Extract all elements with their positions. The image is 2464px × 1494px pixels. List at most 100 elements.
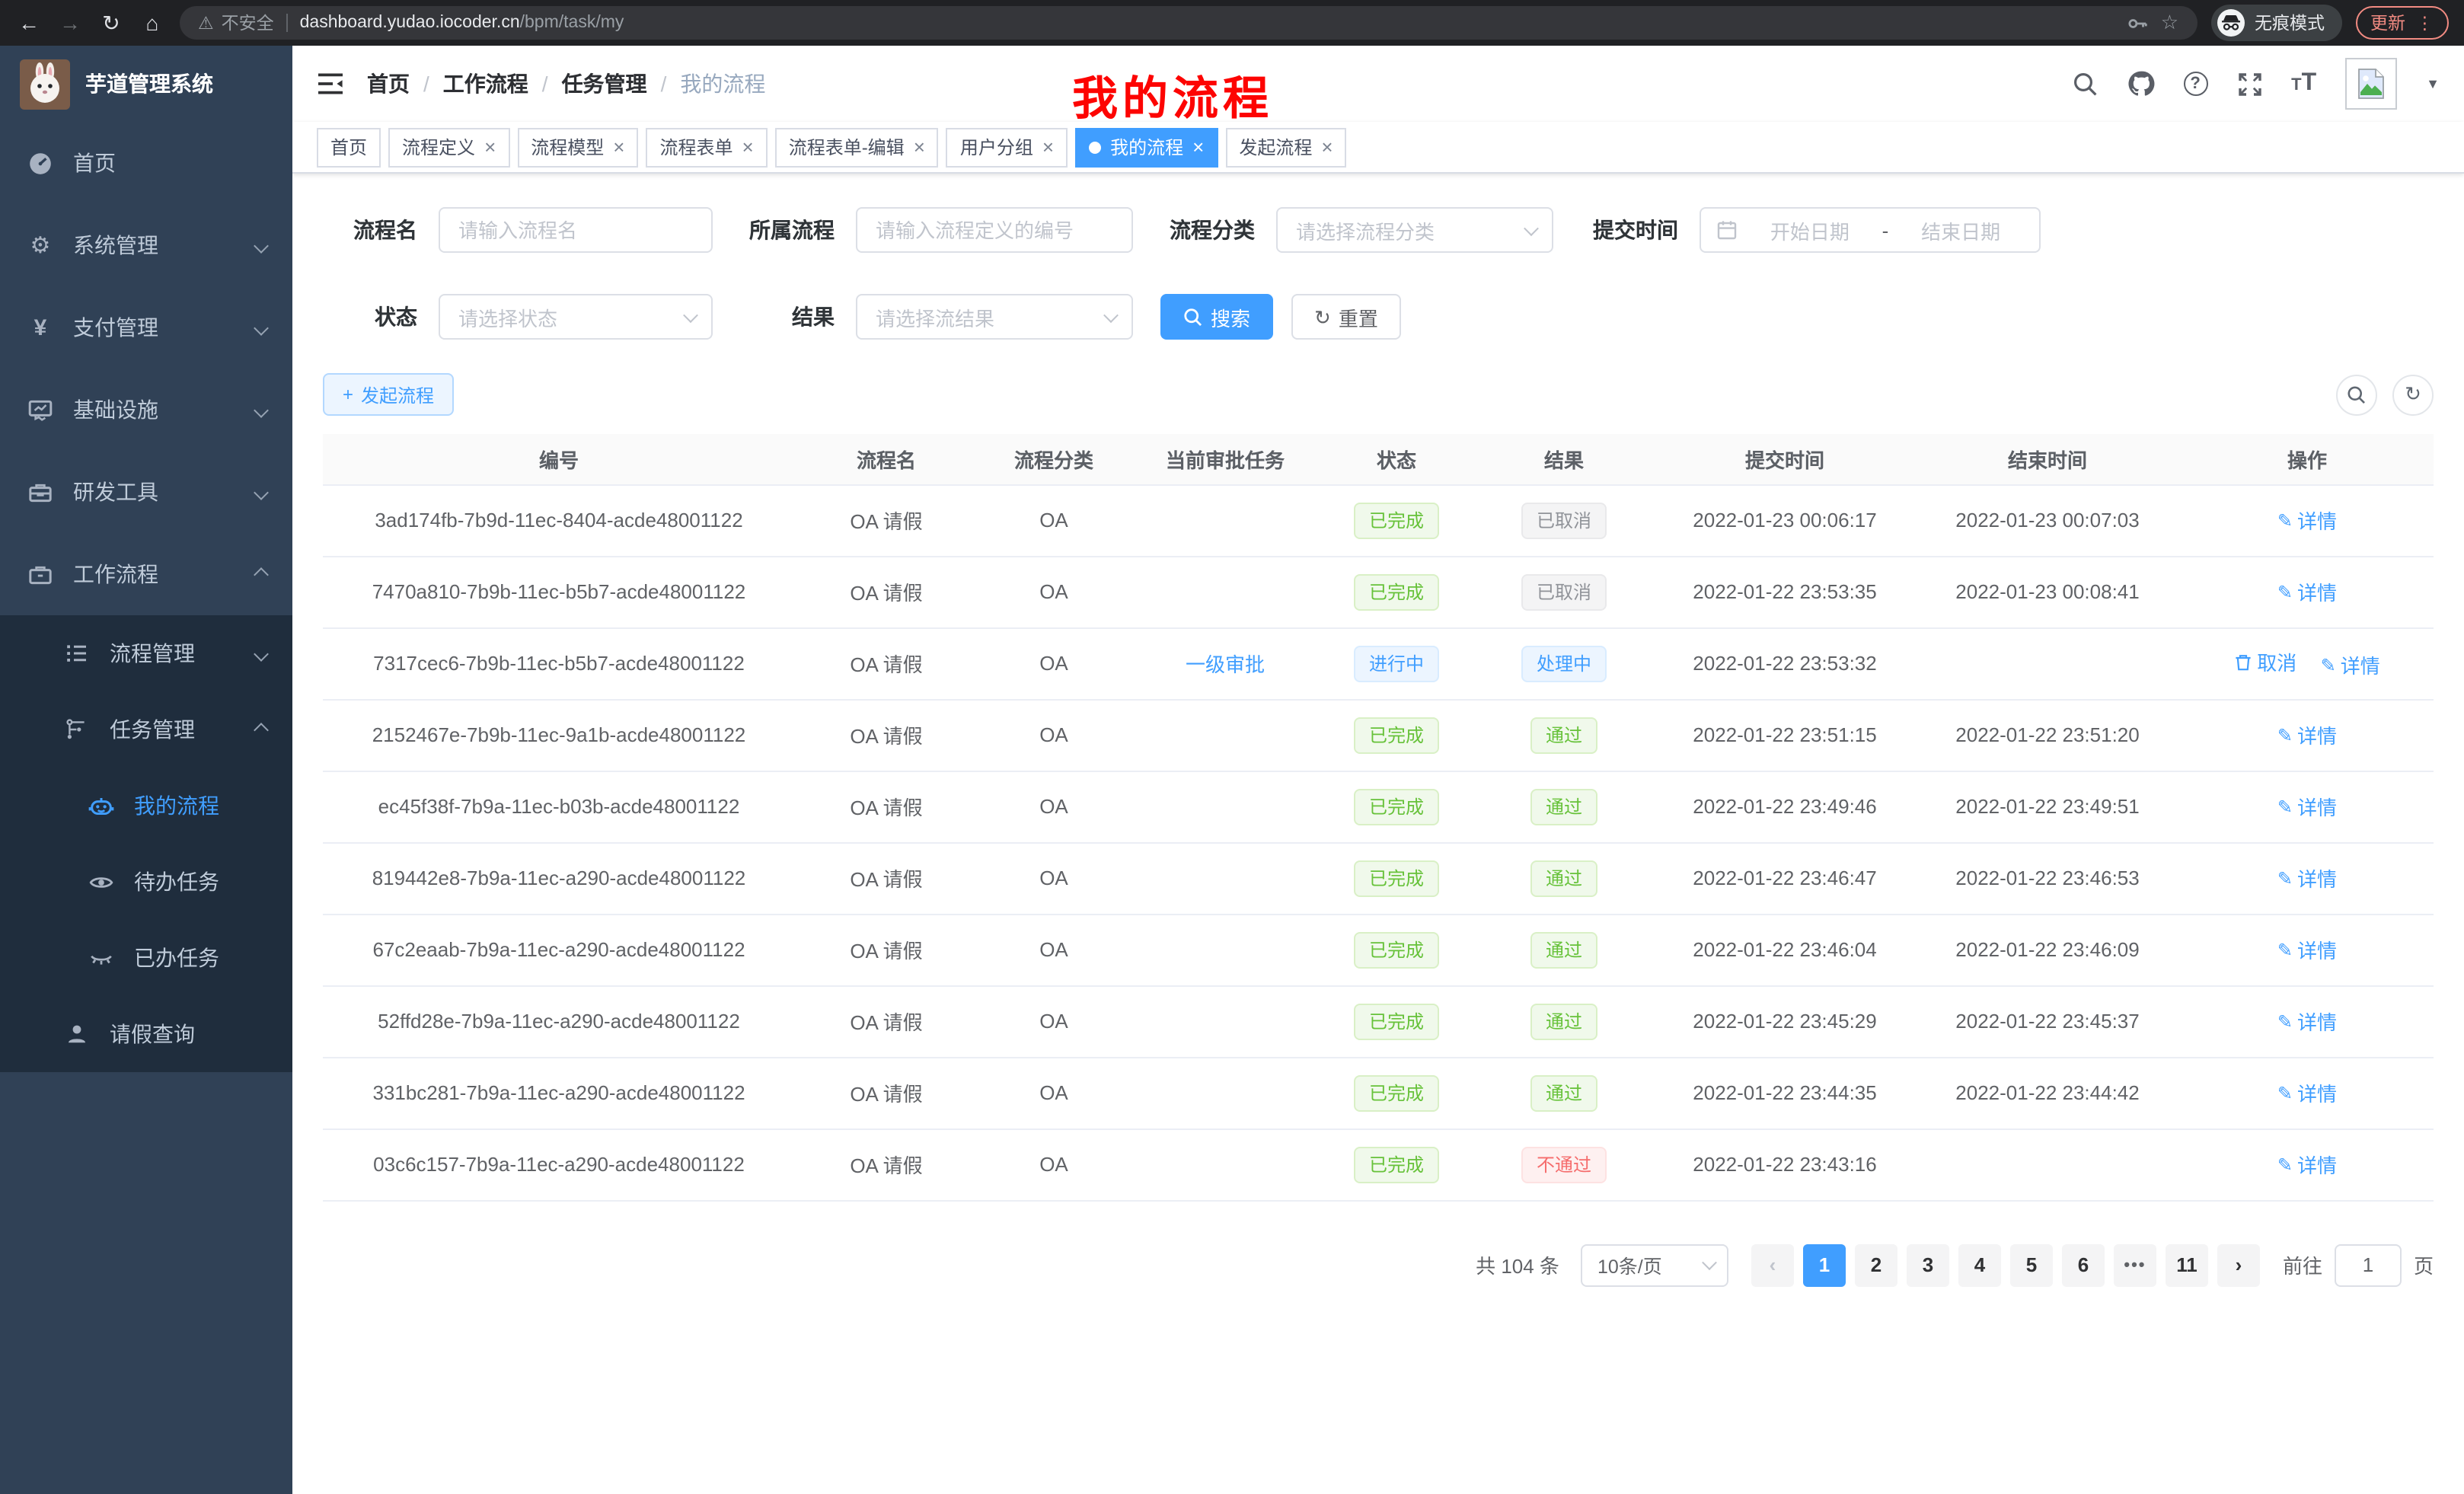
- tab-user-group[interactable]: 用户分组×: [946, 127, 1068, 167]
- key-icon[interactable]: [2126, 11, 2149, 34]
- sidebar-item-workflow[interactable]: 工作流程: [0, 533, 292, 615]
- page-button-6[interactable]: 6: [2062, 1243, 2105, 1286]
- sidebar-item-done-tasks[interactable]: 已办任务: [0, 920, 292, 996]
- tab-my-process[interactable]: 我的流程×: [1075, 127, 1218, 167]
- avatar[interactable]: [2345, 58, 2397, 110]
- close-icon[interactable]: ×: [1042, 137, 1054, 157]
- detail-link[interactable]: ✎详情: [2277, 720, 2337, 749]
- help-icon[interactable]: ?: [2183, 72, 2207, 96]
- page-button-2[interactable]: 2: [1855, 1243, 1897, 1286]
- search-button[interactable]: 搜索: [1160, 294, 1273, 340]
- page-button-5[interactable]: 5: [2010, 1243, 2053, 1286]
- breadcrumb-home[interactable]: 首页: [367, 69, 410, 99]
- toggle-search-button[interactable]: [2336, 374, 2377, 415]
- cancel-link[interactable]: 取消: [2234, 647, 2296, 676]
- sidebar-item-payment[interactable]: ¥ 支付管理: [0, 286, 292, 369]
- active-dot: [1089, 141, 1101, 153]
- page-size-select[interactable]: 10条/页: [1581, 1243, 1728, 1286]
- page-button-3[interactable]: 3: [1907, 1243, 1949, 1286]
- tab-process-definition[interactable]: 流程定义×: [388, 127, 509, 167]
- sidebar-item-leave-query[interactable]: 请假查询: [0, 996, 292, 1072]
- edit-icon: ✎: [2277, 797, 2293, 816]
- edit-icon: ✎: [2277, 1084, 2293, 1102]
- detail-link[interactable]: ✎详情: [2277, 577, 2337, 606]
- eye-closed-icon: [88, 945, 114, 971]
- status-badge: 已完成: [1354, 1003, 1439, 1039]
- close-icon[interactable]: ×: [1321, 137, 1333, 157]
- sidebar-item-infra[interactable]: 基础设施: [0, 369, 292, 451]
- detail-link[interactable]: ✎详情: [2277, 1078, 2337, 1107]
- detail-link[interactable]: ✎详情: [2277, 1150, 2337, 1179]
- detail-link[interactable]: ✎详情: [2321, 650, 2380, 679]
- current-task-link[interactable]: 一级审批: [1186, 653, 1265, 676]
- close-icon[interactable]: ×: [613, 137, 624, 157]
- date-range-picker[interactable]: 开始日期 - 结束日期: [1700, 207, 2041, 253]
- process-name-input[interactable]: [439, 207, 713, 253]
- browser-reload-icon[interactable]: ↻: [97, 12, 125, 34]
- avatar-caret-icon[interactable]: ▼: [2426, 76, 2440, 91]
- browser-update-button[interactable]: 更新 ⋮: [2355, 6, 2449, 40]
- chevron-down-icon: [683, 307, 698, 322]
- sidebar-item-home[interactable]: 首页: [0, 122, 292, 204]
- detail-link[interactable]: ✎详情: [2277, 1007, 2337, 1036]
- browser-menu-dots-icon[interactable]: ⋮: [2416, 12, 2434, 34]
- col-end-time: 结束时间: [1914, 434, 2181, 484]
- tab-process-form-edit[interactable]: 流程表单-编辑×: [775, 127, 939, 167]
- category-select[interactable]: 请选择流程分类: [1276, 207, 1553, 253]
- security-chip[interactable]: ⚠ 不安全: [198, 11, 274, 35]
- status-select[interactable]: 请选择状态: [439, 294, 713, 340]
- github-icon[interactable]: [2127, 70, 2154, 97]
- header-actions: ? TT ▼: [2072, 58, 2440, 110]
- filter-form: 流程名 所属流程 流程分类 请选择流程分类 提交时间: [292, 174, 2464, 340]
- table-row: 03c6c157-7b9a-11ec-a290-acde48001122 OA …: [323, 1128, 2434, 1200]
- start-process-button[interactable]: + 发起流程: [323, 373, 454, 416]
- browser-home-icon[interactable]: ⌂: [139, 12, 166, 34]
- tab-home[interactable]: 首页: [317, 127, 381, 167]
- breadcrumb-task-management[interactable]: 任务管理: [562, 69, 647, 99]
- close-icon[interactable]: ×: [742, 137, 754, 157]
- more-pages-button[interactable]: •••: [2114, 1243, 2156, 1286]
- browser-back-icon[interactable]: ←: [15, 12, 43, 34]
- status-badge: 已完成: [1354, 1074, 1439, 1111]
- close-icon[interactable]: ×: [914, 137, 925, 157]
- robot-icon: [88, 793, 114, 819]
- detail-link[interactable]: ✎详情: [2277, 792, 2337, 821]
- detail-link[interactable]: ✎详情: [2277, 506, 2337, 535]
- sidebar-item-system[interactable]: ⚙ 系统管理: [0, 204, 292, 286]
- sidebar-item-devtools[interactable]: 研发工具: [0, 451, 292, 533]
- hamburger-collapse-icon[interactable]: [317, 72, 344, 96]
- fullscreen-icon[interactable]: [2236, 71, 2262, 97]
- page-button-1[interactable]: 1: [1803, 1243, 1846, 1286]
- sidebar-item-my-process[interactable]: 我的流程: [0, 768, 292, 844]
- breadcrumb-workflow[interactable]: 工作流程: [443, 69, 528, 99]
- process-definition-input[interactable]: [856, 207, 1133, 253]
- page-button-11[interactable]: 11: [2166, 1243, 2208, 1286]
- reset-button[interactable]: ↻ 重置: [1291, 294, 1401, 340]
- page-button-4[interactable]: 4: [1958, 1243, 2001, 1286]
- sidebar-item-task-management[interactable]: 任务管理: [0, 691, 292, 768]
- detail-link[interactable]: ✎详情: [2277, 935, 2337, 964]
- close-icon[interactable]: ×: [484, 137, 496, 157]
- chevron-down-icon: [254, 484, 269, 500]
- refresh-table-button[interactable]: ↻: [2392, 374, 2434, 415]
- address-bar[interactable]: ⚠ 不安全 dashboard.yudao.iocoder.cn/bpm/tas…: [180, 6, 2197, 40]
- tab-process-form[interactable]: 流程表单×: [646, 127, 767, 167]
- sidebar-item-process-management[interactable]: 流程管理: [0, 615, 292, 691]
- search-icon[interactable]: [2072, 71, 2098, 97]
- edit-icon: ✎: [2277, 869, 2293, 887]
- warning-icon: ⚠: [198, 12, 214, 34]
- browser-forward-icon[interactable]: →: [56, 12, 84, 34]
- close-icon[interactable]: ×: [1192, 137, 1204, 157]
- main-content: 我的流程 首页 / 工作流程 / 任务管理 / 我的流程: [292, 46, 2464, 1494]
- detail-link[interactable]: ✎详情: [2277, 864, 2337, 892]
- app-logo[interactable]: 芋道管理系统: [0, 46, 292, 122]
- bookmark-star-icon[interactable]: ☆: [2161, 11, 2178, 35]
- sidebar-item-todo-tasks[interactable]: 待办任务: [0, 844, 292, 920]
- font-size-icon[interactable]: TT: [2291, 72, 2316, 96]
- prev-page-button[interactable]: ‹: [1751, 1243, 1794, 1286]
- goto-page-input[interactable]: [2335, 1243, 2402, 1286]
- tab-start-process[interactable]: 发起流程×: [1225, 127, 1346, 167]
- next-page-button[interactable]: ›: [2217, 1243, 2260, 1286]
- result-select[interactable]: 请选择流结果: [856, 294, 1133, 340]
- tab-process-model[interactable]: 流程模型×: [517, 127, 638, 167]
